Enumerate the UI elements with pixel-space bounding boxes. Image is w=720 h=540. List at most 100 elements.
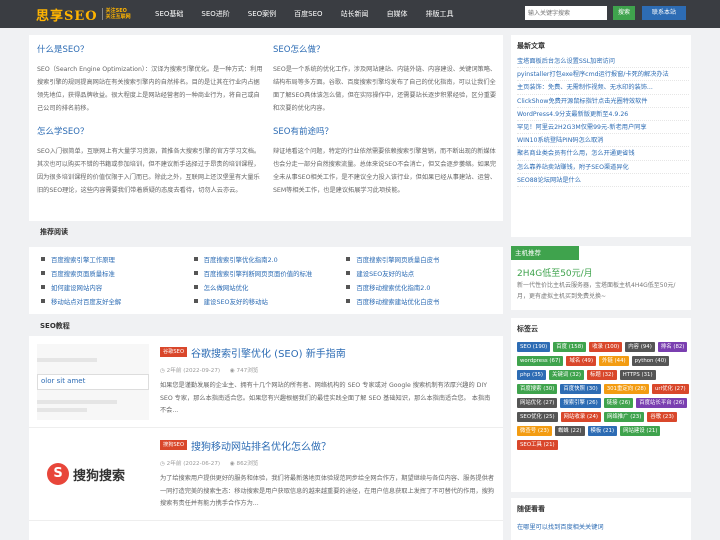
recommend-link[interactable]: 移动站点对百度友好全解	[41, 297, 194, 306]
latest-article-link[interactable]: WordPress4.9分支最新版更新至4.9.26	[517, 108, 689, 121]
latest-article-link[interactable]: ClickShow免费开源鼠标指针点击光圈特效软件	[517, 95, 689, 108]
recommend-label: 百度移动搜索优化指南2.0	[356, 283, 431, 292]
tag-link[interactable]: 内容 (94)	[625, 342, 655, 352]
recommend-label: 百度移动搜索建站优化白皮书	[356, 297, 440, 306]
recommend-link[interactable]: 百度搜索引擎工作原理	[41, 255, 194, 264]
latest-article-link[interactable]: SEO88论坛网站是什么	[517, 174, 689, 187]
nav-seo-advanced[interactable]: SEO进阶	[192, 0, 238, 28]
nav-seo-cases[interactable]: SEO案例	[239, 0, 285, 28]
tag-link[interactable]: 微查号 (23)	[517, 426, 552, 436]
tag-link[interactable]: 网络推广 (23)	[603, 412, 645, 422]
search-button[interactable]: 搜索	[613, 6, 635, 20]
eye-icon: ◉	[229, 461, 237, 467]
latest-article-link[interactable]: 怎么靠养站卖站赚钱，附子SEO渠道异化	[517, 161, 689, 174]
recommend-link[interactable]: 建设SEO友好的移动站	[193, 297, 347, 306]
tag-link[interactable]: 关键词 (32)	[549, 370, 584, 380]
latest-article-link[interactable]: 宝塔面板后台怎么设置SSL加密访问	[517, 55, 689, 69]
square-bullet-icon	[346, 299, 351, 303]
latest-article-link[interactable]: WIN10系统登陆PIN码怎么取消	[517, 134, 689, 148]
host-recommend-panel: 主机推荐 2H4G低至50元/月 新一代性价比主机云服务器，宝塔面板主机4H4G…	[511, 246, 691, 310]
tag-link[interactable]: 排名 (82)	[657, 342, 688, 352]
nav-self-media[interactable]: 自媒体	[378, 0, 417, 28]
tag-link[interactable]: 百度搜索 (30)	[517, 384, 558, 394]
article-meta: ◷ 2年前 (2022-06-27) ◉ 862浏览	[160, 459, 258, 467]
latest-article-link[interactable]: pyinstaller打包exe程序cmd运行报窗/卡死的解决办法	[517, 68, 689, 82]
recommend-row: 百度搜索引擎工作原理 百度搜索引擎优化指南2.0 百度搜索引擎网页质量白皮书	[41, 252, 499, 266]
tag-link[interactable]: HTTPS (31)	[619, 370, 656, 380]
tag-link[interactable]: 网站建设 (21)	[620, 426, 661, 436]
recommend-row: 移动站点对百度友好全解 建设SEO友好的移动站 百度移动搜索建站优化白皮书	[41, 294, 499, 308]
recommend-link[interactable]: 百度移动搜索优化指南2.0	[346, 283, 499, 292]
article-title[interactable]: 谷歌搜索引擎优化 (SEO) 新手指南	[191, 345, 346, 360]
intro-text: 辩证地看这个问题，特定的行业依然需要依赖搜索引擎营销，而不断出现的新媒体也会分走…	[273, 148, 497, 194]
contact-button[interactable]: 联系本站	[642, 6, 686, 20]
recommend-label: 建设SEO友好的移动站	[203, 297, 268, 306]
tag-link[interactable]: 网站优化 (27)	[517, 398, 558, 408]
random-posts-panel: 随便看看 在哪里可以找到百度相关关键词	[511, 498, 691, 540]
intro-text: SEO是一个系统的优化工作，涉及网站建站、内链外链、内容建设、关键词策略、结构布…	[273, 66, 497, 112]
tag-link[interactable]: 链接 (26)	[603, 398, 634, 408]
article-thumbnail[interactable]: S 搜狗搜索	[37, 437, 149, 513]
search-input[interactable]	[525, 6, 607, 20]
recommend-list: 百度搜索引擎工作原理 百度搜索引擎优化指南2.0 百度搜索引擎网页质量白皮书 百度搜索…	[41, 252, 499, 308]
tag-link[interactable]: 外链 (44)	[599, 356, 629, 366]
recommend-link[interactable]: 如何建设网站内容	[41, 283, 194, 292]
tag-link[interactable]: 域名 (49)	[566, 356, 597, 366]
intro-panel: 什么是SEO？ SEO（Search Engine Optimization）：…	[29, 35, 503, 221]
recommend-link[interactable]: 怎么做网站优化	[193, 283, 347, 292]
nav-layout-tools[interactable]: 排版工具	[417, 0, 463, 28]
article-category[interactable]: 谷歌SEO	[160, 347, 188, 357]
tag-link[interactable]: url优化 (27)	[651, 384, 689, 394]
tag-link[interactable]: SEO (190)	[517, 342, 551, 352]
recommend-label: 百度搜索引擎网页质量白皮书	[356, 255, 440, 264]
nav-webmaster-news[interactable]: 站长新闻	[332, 0, 378, 28]
tag-cloud-panel: 标签云 SEO (190) 百度 (158) 收录 (100) 内容 (94) 排名 (…	[511, 318, 691, 492]
article-title[interactable]: 搜狗移动网站排名优化怎么做？	[191, 438, 331, 453]
site-logo[interactable]: 思享SEO 关注SEO 关注互联网	[36, 5, 131, 24]
latest-article-link[interactable]: 聚名商业类会员有什么用，怎么开通更省钱	[517, 147, 689, 161]
article-item: olor sit amet 谷歌SEO 谷歌搜索引擎优化 (SEO) 新手指南 …	[29, 336, 503, 428]
tag-link[interactable]: SEO工具 (21)	[517, 440, 558, 450]
intro-what-is-seo: 什么是SEO？ SEO（Search Engine Optimization）：…	[37, 43, 265, 115]
tag-link[interactable]: 模板 (21)	[587, 426, 618, 436]
nav-seo-basics[interactable]: SEO基础	[146, 0, 192, 28]
random-posts-title: 随便看看	[517, 505, 545, 513]
intro-title: SEO怎么做？	[273, 45, 325, 55]
recommend-link[interactable]: 百度搜索引擎优化指南2.0	[193, 255, 347, 264]
square-bullet-icon	[41, 285, 45, 289]
recommend-link[interactable]: 百度搜索引擎网页质量白皮书	[346, 255, 499, 264]
article-category[interactable]: 搜狗SEO	[160, 440, 188, 450]
square-bullet-icon	[346, 257, 351, 261]
latest-articles-list: 宝塔面板后台怎么设置SSL加密访问 pyinstaller打包exe程序cmd运行…	[517, 55, 689, 187]
host-headline-link[interactable]: 2H4G低至50元/月	[517, 266, 593, 279]
tag-link[interactable]: 网站收录 (24)	[560, 412, 601, 422]
tag-link[interactable]: python (40)	[631, 356, 670, 366]
tag-link[interactable]: 百度站长平台 (26)	[636, 398, 688, 408]
tag-link[interactable]: 谷歌 (23)	[647, 412, 677, 422]
random-post-link[interactable]: 在哪里可以找到百度相关关键词	[517, 522, 604, 531]
tag-link[interactable]: 蜘蛛 (22)	[554, 426, 585, 436]
tag-link[interactable]: 标题 (32)	[587, 370, 617, 380]
nav-baidu-seo[interactable]: 百度SEO	[285, 0, 331, 28]
tag-link[interactable]: 搜索引擎 (26)	[560, 398, 601, 408]
tag-link[interactable]: 百度快照 (30)	[560, 384, 601, 394]
article-thumbnail[interactable]: olor sit amet	[37, 344, 149, 420]
recommend-link[interactable]: 百度搜索页面质量标准	[41, 269, 194, 278]
tag-link[interactable]: 百度 (158)	[553, 342, 587, 352]
main-nav: SEO基础 SEO进阶 SEO案例 百度SEO 站长新闻 自媒体 排版工具	[146, 0, 463, 28]
host-description: 新一代性价比主机云服务器，宝塔面板主机4H4G低至50元/月，更有虚拟主机买到免…	[517, 282, 676, 300]
top-header: 思享SEO 关注SEO 关注互联网 SEO基础 SEO进阶 SEO案例 百度SEO…	[0, 0, 720, 28]
tag-link[interactable]: php (35)	[517, 370, 547, 380]
latest-article-link[interactable]: 主页装饰：免费、无需制作视频、无水印的装饰...	[517, 81, 689, 95]
tag-link[interactable]: 收录 (100)	[589, 342, 623, 352]
square-bullet-icon	[346, 285, 351, 289]
tag-link[interactable]: wordpress (67)	[517, 356, 564, 366]
recommend-link[interactable]: 百度移动搜索建站优化白皮书	[346, 297, 499, 306]
latest-articles-panel: 最新文章 宝塔面板后台怎么设置SSL加密访问 pyinstaller打包exe程序…	[511, 35, 691, 237]
recommend-label: 移动站点对百度友好全解	[51, 297, 122, 306]
tag-link[interactable]: SEO优化 (25)	[517, 412, 558, 422]
latest-article-link[interactable]: 罕见！阿里云2H2G3M仅需99元-新老用户同享	[517, 121, 689, 135]
recommend-link[interactable]: 建设SEO友好的站点	[346, 269, 499, 278]
tag-link[interactable]: 301重定向 (28)	[603, 384, 649, 394]
recommend-link[interactable]: 百度搜索引擎判断网页页面价值的标准	[193, 269, 347, 278]
